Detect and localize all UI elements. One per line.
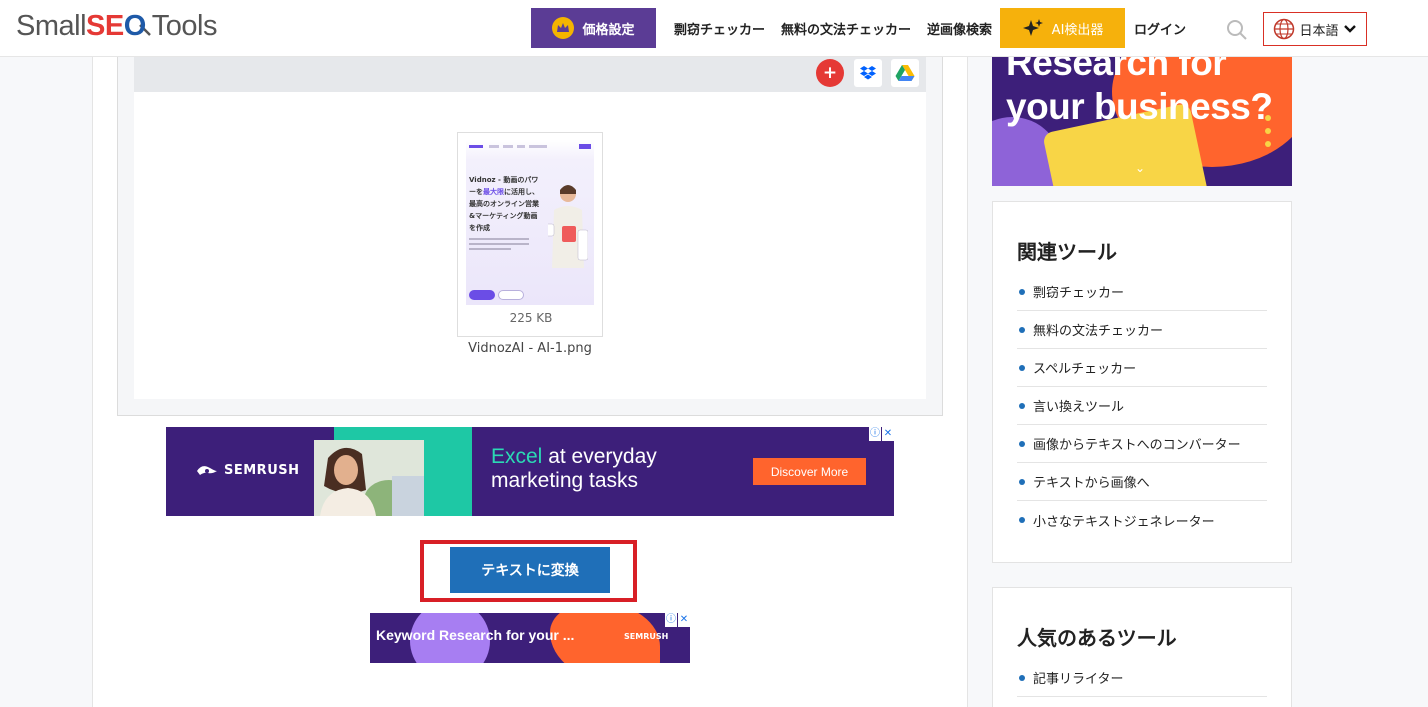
popular-tools-panel: 人気のあるツール 記事リライター bbox=[992, 587, 1292, 707]
sparkle-icon bbox=[1022, 19, 1043, 36]
language-selector[interactable]: 日本語 bbox=[1263, 12, 1367, 46]
ai-detector-button[interactable]: AI検出器 bbox=[1000, 8, 1126, 48]
file-name: VidnozAI - AI-1.png bbox=[468, 341, 592, 356]
adchoices-icon[interactable]: ⓘ ✕ bbox=[868, 427, 894, 441]
list-item[interactable]: テキストから画像へ bbox=[1017, 463, 1267, 501]
site-header: Small SEO Tools 価格設定 剽窃チェッカー 無料の文法チェッカー 逆画… bbox=[0, 0, 1428, 57]
chevron-down-icon: ⌄ bbox=[1135, 161, 1146, 175]
popular-tools-title: 人気のあるツール bbox=[1017, 626, 1177, 650]
logo-small-text: Small bbox=[16, 9, 87, 42]
logo-seo-text: SEO bbox=[86, 9, 146, 42]
language-label: 日本語 bbox=[1299, 23, 1339, 39]
list-item[interactable]: 小さなテキストジェネレーター bbox=[1017, 501, 1267, 539]
uploaded-file-card[interactable]: Vidnoz - 動画のパワーを最大限に活用し、最高のオンライン営業&マーケティ… bbox=[457, 132, 603, 337]
globe-icon bbox=[1274, 18, 1295, 40]
list-item[interactable]: スペルチェッカー bbox=[1017, 349, 1267, 387]
google-drive-icon[interactable] bbox=[891, 59, 919, 87]
pricing-button[interactable]: 価格設定 bbox=[531, 8, 656, 48]
nav-link-grammar[interactable]: 無料の文法チェッカー bbox=[781, 19, 911, 38]
bullet-icon bbox=[1019, 478, 1025, 485]
person-illustration bbox=[548, 185, 588, 268]
popular-tools-list: 記事リライター bbox=[1017, 659, 1267, 697]
add-file-button[interactable]: + bbox=[816, 59, 844, 87]
logo-tools-text: Tools bbox=[151, 9, 218, 42]
nav-link-reverse-image[interactable]: 逆画像検索 bbox=[927, 19, 992, 38]
ad-small-text: Keyword Research for your ... bbox=[376, 627, 575, 643]
related-tools-panel: 関連ツール 剽窃チェッカー 無料の文法チェッカー スペルチェッカー 言い換えツー… bbox=[992, 201, 1292, 563]
list-item[interactable]: 剽窃チェッカー bbox=[1017, 273, 1267, 311]
bullet-icon bbox=[1019, 674, 1025, 681]
search-icon[interactable] bbox=[1226, 19, 1248, 41]
chevron-down-icon bbox=[1343, 25, 1356, 33]
sidebar-ad-text: Research for your business? bbox=[1006, 57, 1273, 127]
ai-detector-label: AI検出器 bbox=[1051, 22, 1104, 38]
list-item[interactable]: 言い換えツール bbox=[1017, 387, 1267, 425]
list-item[interactable]: 無料の文法チェッカー bbox=[1017, 311, 1267, 349]
convert-to-text-button[interactable]: テキストに変換 bbox=[450, 547, 610, 593]
list-item[interactable]: 記事リライター bbox=[1017, 659, 1267, 697]
file-thumbnail: Vidnoz - 動画のパワーを最大限に活用し、最高のオンライン営業&マーケティ… bbox=[466, 140, 594, 305]
upload-toolbar bbox=[134, 57, 926, 92]
site-logo[interactable]: Small SEO Tools bbox=[16, 6, 217, 46]
ad-brand: SEMRUSH bbox=[196, 463, 300, 478]
semrush-logo-icon bbox=[197, 465, 217, 475]
bullet-icon bbox=[1019, 364, 1025, 371]
bullet-icon bbox=[1019, 517, 1025, 523]
pricing-label: 価格設定 bbox=[582, 22, 635, 38]
bullet-icon bbox=[1019, 402, 1025, 409]
bullet-icon bbox=[1019, 440, 1025, 447]
discover-more-button[interactable]: Discover More bbox=[753, 458, 866, 485]
ad-small-brand: SEMRUSH bbox=[624, 632, 669, 641]
dropbox-icon[interactable] bbox=[854, 59, 882, 87]
ad-photo bbox=[314, 440, 424, 516]
advertisement-small[interactable]: Keyword Research for your ... SEMRUSH ⓘ ✕ bbox=[370, 613, 690, 663]
bullet-icon bbox=[1019, 326, 1025, 333]
list-item[interactable]: 画像からテキストへのコンバーター bbox=[1017, 425, 1267, 463]
crown-icon bbox=[552, 17, 575, 39]
login-link[interactable]: ログイン bbox=[1134, 19, 1186, 38]
thumbnail-headline: Vidnoz - 動画のパワーを最大限に活用し、最高のオンライン営業&マーケティ… bbox=[469, 176, 539, 232]
related-tools-list: 剽窃チェッカー 無料の文法チェッカー スペルチェッカー 言い換えツール 画像から… bbox=[1017, 273, 1267, 539]
file-size: 225 KB bbox=[509, 311, 553, 325]
advertisement-banner[interactable]: SEMRUSH Excel at everyday marketing task… bbox=[166, 427, 894, 516]
ad-headline: Excel at everyday marketing tasks bbox=[491, 445, 657, 492]
related-tools-title: 関連ツール bbox=[1017, 240, 1117, 264]
main-nav: 価格設定 剽窃チェッカー 無料の文法チェッカー 逆画像検索 AI検出器 ログイン bbox=[531, 8, 1186, 48]
nav-link-plagiarism[interactable]: 剽窃チェッカー bbox=[674, 19, 765, 38]
adchoices-icon[interactable]: ⓘ ✕ bbox=[664, 613, 690, 627]
bullet-icon bbox=[1019, 288, 1025, 295]
sidebar-advertisement[interactable]: Research for your business? ⌄ bbox=[992, 57, 1292, 186]
